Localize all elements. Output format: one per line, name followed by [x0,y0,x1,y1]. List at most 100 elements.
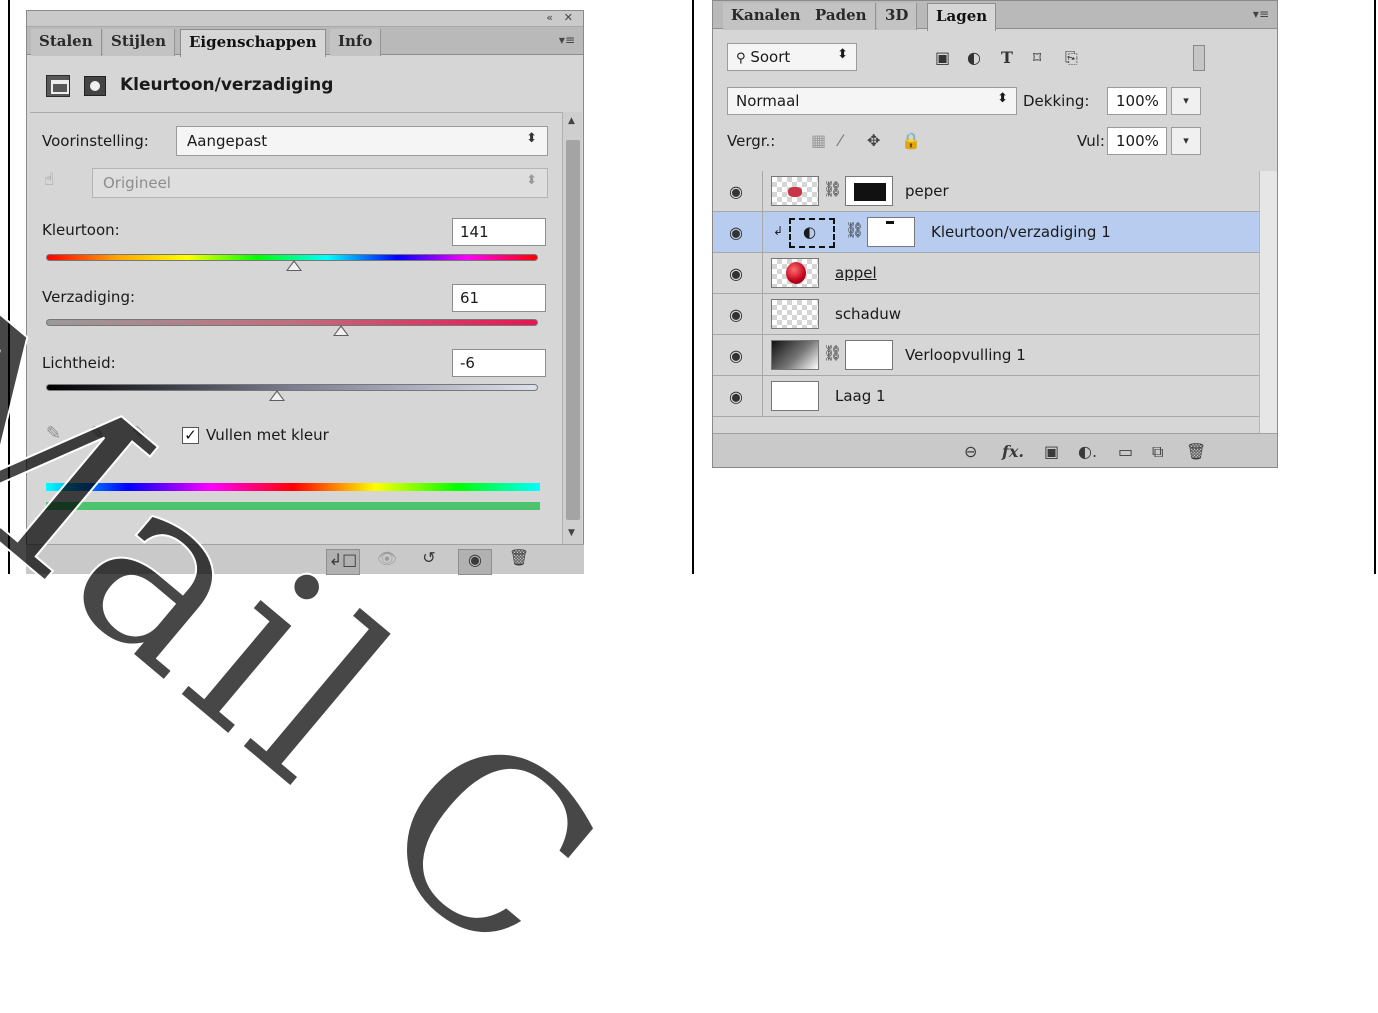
eye-icon[interactable]: ◉ [729,346,743,365]
lock-transparency-icon[interactable]: ▦ [811,131,826,150]
fill-dropdown-icon[interactable]: ▾ [1171,127,1201,155]
link-chain-icon[interactable]: ⛓ [823,180,842,198]
hue-input[interactable]: 141 [452,218,546,246]
link-layers-icon[interactable]: ⊖ [964,442,977,461]
properties-footer: ↲□ 👁 ↺ ◉ 🗑 [26,544,584,575]
view-previous-icon[interactable]: 👁 [372,549,402,568]
target-adjust-hand-icon[interactable]: ☝ [44,170,54,190]
clip-arrow-icon: ↲ [773,224,784,238]
hue-label: Kleurtoon: [42,221,120,239]
tab-info[interactable]: Info [330,29,382,56]
layer-visibility[interactable]: ◉ [713,212,763,252]
source-color-bar [46,483,540,491]
filter-shape-icon[interactable]: ⌑ [1033,48,1041,67]
panel-menu-icon[interactable]: ▾≡ [559,33,575,47]
saturation-slider-thumb[interactable] [333,325,350,336]
saturation-slider-track[interactable] [46,319,538,326]
lightness-label: Lichtheid: [42,354,116,372]
eyedropper-plus-icon[interactable]: ✎ [90,423,105,444]
layers-scrollbar[interactable] [1259,171,1277,433]
layer-row[interactable]: ◉ Laag 1 [713,376,1261,417]
fx-layer-style-icon[interactable]: fx. [1002,442,1024,461]
preset-value: Aangepast [187,132,268,150]
filter-adjustment-icon[interactable]: ◐ [967,48,981,67]
eye-icon[interactable]: ◉ [729,305,743,324]
colorize-checkbox[interactable]: ✓ [182,427,199,444]
new-group-folder-icon[interactable]: ▭ [1118,442,1133,461]
opacity-dropdown-icon[interactable]: ▾ [1171,87,1201,115]
mask-shape [886,221,894,224]
fill-label: Vul: [1077,132,1105,150]
add-mask-icon[interactable]: ▣ [1044,442,1059,461]
layer-visibility[interactable]: ◉ [713,376,763,416]
panel-menu-icon[interactable]: ▾≡ [1253,7,1269,21]
result-color-bar [46,502,540,510]
lock-brush-icon[interactable]: ⁄ [839,131,842,150]
filter-pixel-icon[interactable]: ▣ [935,48,950,67]
layer-thumbnail [771,258,819,288]
eye-icon[interactable]: ◉ [729,264,743,283]
scroll-up-icon[interactable]: ▲ [568,116,575,126]
layer-visibility[interactable]: ◉ [713,171,763,211]
lock-all-icon[interactable]: 🔒 [901,131,921,150]
layer-row[interactable]: ◉ ⛓ Verloopvulling 1 [713,335,1261,376]
trash-icon[interactable]: 🗑 [504,548,534,567]
filter-kind-select[interactable]: ⚲ Soort ⬍ [727,43,857,71]
tab-kanalen[interactable]: Kanalen [723,3,810,30]
layer-visibility[interactable]: ◉ [713,294,763,334]
reset-icon[interactable]: ↺ [414,548,444,567]
eyedropper-icon[interactable]: ✎ [46,423,61,444]
eyedropper-minus-icon[interactable]: ✎ [132,423,147,444]
link-chain-icon[interactable]: ⛓ [823,344,842,362]
search-icon: ⚲ [736,51,746,66]
opacity-input[interactable]: 100% [1107,87,1167,115]
collapse-icon[interactable]: « [546,11,553,24]
eye-icon[interactable]: ◉ [729,182,743,201]
hue-slider-thumb[interactable] [286,260,303,271]
lightness-slider-track[interactable] [46,384,538,391]
layer-name: appel [835,264,877,282]
layer-row[interactable]: ◉ schaduw [713,294,1261,335]
close-icon[interactable]: ✕ [564,11,573,24]
saturation-input[interactable]: 61 [452,284,546,312]
clip-to-layer-icon[interactable]: ↲□ [326,549,360,575]
scroll-down-icon[interactable]: ▼ [568,528,575,538]
link-chain-icon[interactable]: ⛓ [845,221,864,239]
eye-icon[interactable]: ◉ [729,223,743,242]
tab-paden[interactable]: Paden [807,3,876,30]
channel-select[interactable]: Origineel ⬍ [92,168,548,198]
filter-smart-object-icon[interactable]: ⎘ [1065,48,1078,68]
tab-stalen[interactable]: Stalen [31,29,102,56]
lock-move-icon[interactable]: ✥ [867,131,880,150]
layer-visibility[interactable]: ◉ [713,335,763,375]
eye-icon[interactable]: ◉ [729,387,743,406]
adjustment-title: Kleurtoon/verzadiging [120,75,334,95]
tab-3d[interactable]: 3D [877,3,918,30]
delete-layer-trash-icon[interactable]: 🗑 [1186,442,1206,461]
layer-row[interactable]: ◉ ⛓ peper [713,171,1261,212]
filter-toggle-switch[interactable] [1193,45,1205,71]
tab-lagen[interactable]: Lagen [927,3,997,31]
layer-row[interactable]: ◉ ↲ ◐ ⛓ Kleurtoon/verzadiging 1 [713,212,1261,253]
properties-scrollbar[interactable]: ▲ ▼ [562,112,582,544]
lightness-input[interactable]: -6 [452,349,546,377]
visibility-eye-icon[interactable]: ◉ [458,549,492,575]
lightness-slider-thumb[interactable] [269,390,286,401]
hue-saturation-adjustment-icon[interactable] [46,75,70,97]
panel-title-strip: « ✕ [27,11,583,27]
select-arrows-icon: ⬍ [526,131,537,146]
filter-value: Soort [750,48,791,66]
tab-stijlen[interactable]: Stijlen [103,29,176,56]
new-layer-icon[interactable]: ⧉ [1152,442,1163,462]
blend-mode-select[interactable]: Normaal ⬍ [727,87,1017,115]
opacity-label: Dekking: [1023,92,1090,110]
layer-mask-icon[interactable] [84,76,106,96]
layer-row[interactable]: ◉ appel [713,253,1261,294]
new-adjustment-icon[interactable]: ◐. [1078,442,1097,461]
tab-eigenschappen[interactable]: Eigenschappen [180,29,326,57]
fill-input[interactable]: 100% [1107,127,1167,155]
preset-select[interactable]: Aangepast ⬍ [176,126,548,156]
layer-visibility[interactable]: ◉ [713,253,763,293]
scroll-thumb[interactable] [566,140,580,520]
filter-type-icon[interactable]: T [1001,48,1013,67]
